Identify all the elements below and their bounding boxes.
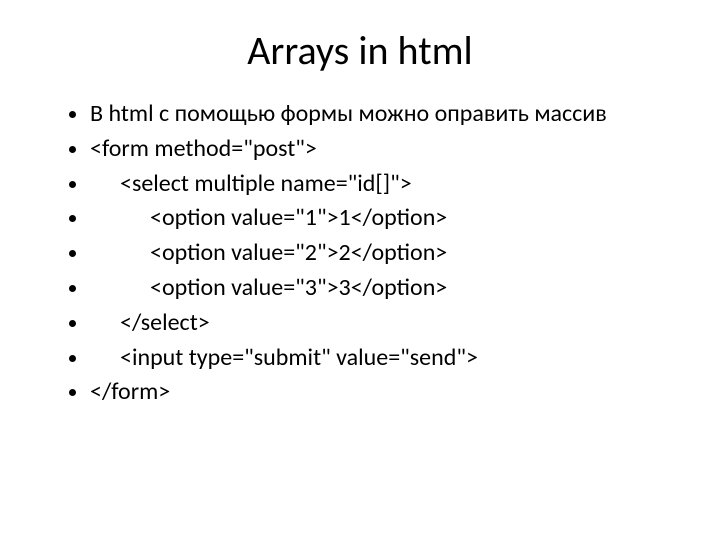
- bullet-text: <input type="submit" value="send">: [90, 343, 478, 372]
- list-item: </select>: [90, 306, 680, 341]
- bullet-text: <option value="3">3</option>: [90, 273, 447, 302]
- bullet-text: <option value="2">2</option>: [90, 238, 447, 267]
- bullet-text: <select multiple name="id[]">: [90, 169, 412, 198]
- bullet-text: <form method="post">: [90, 134, 317, 163]
- slide-title: Arrays in html: [40, 26, 680, 75]
- list-item: </form>: [90, 375, 680, 410]
- list-item: <option value="3">3</option>: [90, 271, 680, 306]
- list-item: <option value="1">1</option>: [90, 201, 680, 236]
- list-item: В html с помощью формы можно оправить ма…: [90, 97, 680, 132]
- list-item: <input type="submit" value="send">: [90, 341, 680, 376]
- bullet-text: </select>: [90, 308, 210, 337]
- bullet-text: </form>: [90, 377, 170, 406]
- bullet-text: В html с помощью формы можно оправить ма…: [90, 99, 607, 128]
- list-item: <option value="2">2</option>: [90, 236, 680, 271]
- slide: Arrays in html В html с помощью формы мо…: [0, 0, 720, 540]
- list-item: <select multiple name="id[]">: [90, 167, 680, 202]
- bullet-text: <option value="1">1</option>: [90, 203, 447, 232]
- list-item: <form method="post">: [90, 132, 680, 167]
- bullet-list: В html с помощью формы можно оправить ма…: [40, 97, 680, 410]
